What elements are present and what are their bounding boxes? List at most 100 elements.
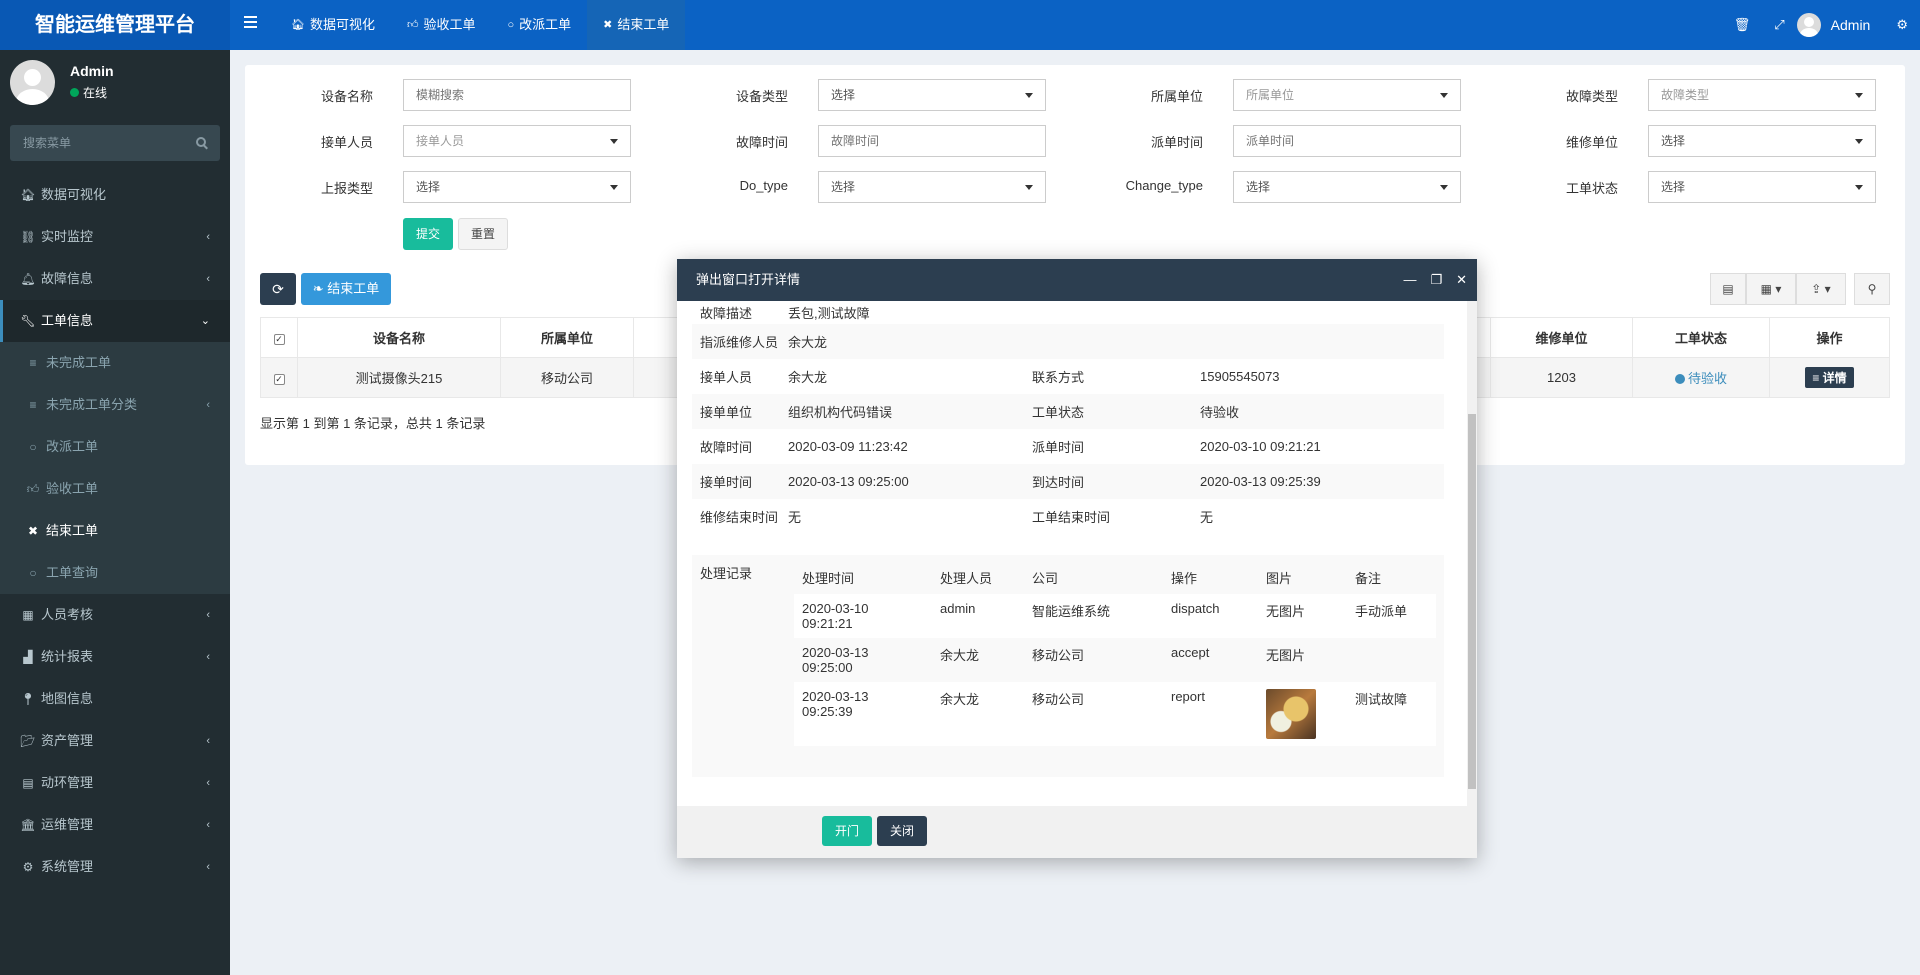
end-workorder-button[interactable]: ❧ 结束工单 [301,273,391,305]
chevron-down-icon: ⌄ [200,315,210,327]
repair-unit-select[interactable]: 选择 [1648,125,1876,157]
chevron-left-icon: ‹ [206,651,210,663]
modal-scroll-area[interactable]: 故障描述 丢包,测试故障 指派维修人员 余大龙 接单人员 余大龙 联系方式 15… [677,301,1467,806]
sidebar-item-unfinished-category[interactable]: ≡ 未完成工单分类 ‹ [0,384,230,426]
device-type-select[interactable]: 选择 [818,79,1046,111]
modal-body: 故障描述 丢包,测试故障 指派维修人员 余大龙 接单人员 余大龙 联系方式 15… [677,301,1477,806]
receiver-select[interactable]: 接单人员 [403,125,631,157]
search-button[interactable]: ⚲ [1854,273,1890,305]
user-avatar[interactable] [1796,13,1821,37]
row-checkbox[interactable]: ✓ [260,357,298,398]
detail-row: 维修结束时间 无 工单结束时间 无 [700,510,1214,525]
close-button[interactable]: 关闭 [877,816,927,846]
chevron-left-icon: ‹ [206,231,210,243]
tab-acceptance[interactable]: 👍︎ 验收工单 [391,0,492,50]
sidebar-item-reassign[interactable]: ○ 改派工单 [0,426,230,468]
col-unit[interactable]: 所属单位 [500,317,634,358]
fault-time-input[interactable] [818,125,1046,157]
sidebar-search [10,125,220,161]
filter-label-fault-type: 故障类型 [1565,89,1618,104]
table-tools: ▤ ▦ ▾ ⇪ ▾ ⚲ [1710,273,1890,305]
columns-button[interactable]: ▦ ▾ [1746,273,1796,305]
report-type-select[interactable]: 选择 [403,171,631,203]
avatar [10,60,55,105]
sidebar-item-end-workorder[interactable]: ✖ 结束工单 [0,510,230,552]
export-icon: ⇪ ▾ [1811,282,1831,296]
col-device-name[interactable]: 设备名称 [297,317,501,358]
sidebar-item-workorder-info[interactable]: 🔧︎ 工单信息 ⌄ [0,300,230,342]
close-icon: ✖ [603,19,613,31]
circle-icon: ○ [507,19,515,31]
device-name-input[interactable] [403,79,631,111]
sidebar-item-operations[interactable]: 🏛︎ 运维管理 ‹ [0,804,230,846]
detail-row: 接单时间 2020-03-13 09:25:00 到达时间 2020-03-13… [692,464,1444,499]
cogs-icon[interactable]: ⚙︎ [1884,17,1920,33]
user-name[interactable]: Admin [1831,17,1871,33]
sidebar-item-unfinished[interactable]: ≡ 未完成工单 [0,342,230,384]
open-door-button[interactable]: 开门 [822,816,872,846]
record-photo-thumbnail[interactable] [1266,689,1316,739]
folder-icon: 📂︎ [20,734,36,748]
col-action: 操作 [1769,317,1890,358]
submit-button[interactable]: 提交 [403,218,453,250]
export-button[interactable]: ⇪ ▾ [1796,273,1846,305]
col-status[interactable]: 工单状态 [1632,317,1770,358]
select-all-checkbox[interactable]: ✓ [260,317,298,358]
sidebar-toggle-icon[interactable] [244,16,257,28]
filter-label-repair-unit: 维修单位 [1565,135,1618,150]
app-logo[interactable]: 智能运维管理平台 [0,0,230,50]
menu-search-input[interactable] [10,125,190,161]
refresh-button[interactable]: ⟳ [260,273,296,305]
sidebar-item-assets[interactable]: 📂︎ 资产管理 ‹ [0,720,230,762]
search-icon[interactable] [196,137,206,147]
sidebar-item-fault-info[interactable]: 🔔︎ 故障信息 ‹ [0,258,230,300]
minimize-icon[interactable]: — [1403,259,1416,301]
cogs-icon: ⚙︎ [22,860,34,874]
toggle-view-button[interactable]: ▤ [1710,273,1746,305]
scrollbar-thumb[interactable] [1468,414,1476,789]
close-icon[interactable]: ✕ [1456,259,1467,301]
chevron-left-icon: ‹ [206,735,210,747]
thumbs-up-icon: 👍︎ [406,19,419,31]
detail-grid: 故障描述 丢包,测试故障 指派维修人员 余大龙 接单人员 余大龙 联系方式 15… [692,301,1444,534]
reset-button[interactable]: 重置 [458,218,508,250]
sidebar-item-data-visualization[interactable]: 🏠︎ 数据可视化 [0,174,230,216]
modal-header[interactable]: 弹出窗口打开详情 — ❐ ✕ [677,259,1477,301]
top-right-tools: 🗑︎ ⤢ Admin ⚙︎ [1722,0,1920,50]
sidebar-item-statistics[interactable]: ▟ 统计报表 ‹ [0,636,230,678]
status-select[interactable]: 选择 [1648,171,1876,203]
change-type-select[interactable]: 选择 [1233,171,1461,203]
modal-scrollbar[interactable] [1467,301,1477,806]
status-badge[interactable]: 待验收 [1674,371,1727,386]
sidebar-item-system[interactable]: ⚙︎ 系统管理 ‹ [0,846,230,888]
tab-data-visualization[interactable]: 🏠︎ 数据可视化 [275,0,391,50]
server-icon: ▤ [22,776,34,790]
sidebar-item-workorder-query[interactable]: ○ 工单查询 [0,552,230,594]
trash-icon[interactable]: 🗑︎ [1722,17,1763,33]
fullscreen-icon[interactable]: ⤢ [1762,17,1796,33]
col-repair-unit[interactable]: 维修单位 [1490,317,1633,358]
records-table: 处理时间 处理人员 公司 操作 图片 备注 2020-03-10 09:21:21… [794,561,1436,746]
do-type-select[interactable]: 选择 [818,171,1046,203]
cell-unit: 移动公司 [500,357,634,398]
close-icon: ✖ [27,524,39,538]
dashboard-icon: 🏠︎ [20,188,36,202]
online-status: 在线 [70,84,107,101]
cell-repair-unit: 1203 [1490,357,1633,398]
fault-type-select[interactable]: 故障类型 [1648,79,1876,111]
tab-end-workorder[interactable]: ✖ 结束工单 [587,0,686,50]
filter-label-fault-time: 故障时间 [735,135,788,150]
sidebar-item-environment[interactable]: ▤ 动环管理 ‹ [0,762,230,804]
maximize-icon[interactable]: ❐ [1430,259,1442,301]
tab-reassign[interactable]: ○ 改派工单 [492,0,588,50]
detail-button[interactable]: ≡ 详情 [1805,367,1854,388]
sidebar-item-map[interactable]: 📍︎ 地图信息 [0,678,230,720]
unit-select[interactable]: 所属单位 [1233,79,1461,111]
sidebar-item-realtime-monitor[interactable]: ⛓︎ 实时监控 ‹ [0,216,230,258]
sidebar-menu: 🏠︎ 数据可视化 ⛓︎ 实时监控 ‹ 🔔︎ 故障信息 ‹ 🔧︎ 工单信息 ⌄ ≡ 未完成工单 ≡… [0,174,230,888]
sidebar-item-staff-assessment[interactable]: ▦ 人员考核 ‹ [0,594,230,636]
dispatch-time-input[interactable] [1233,125,1461,157]
sidebar-item-acceptance[interactable]: 👍︎ 验收工单 [0,468,230,510]
table-row: 2020-03-13 09:25:00 余大龙 移动公司 accept 无图片 [794,638,1436,682]
filter-label-device-name: 设备名称 [320,89,373,104]
